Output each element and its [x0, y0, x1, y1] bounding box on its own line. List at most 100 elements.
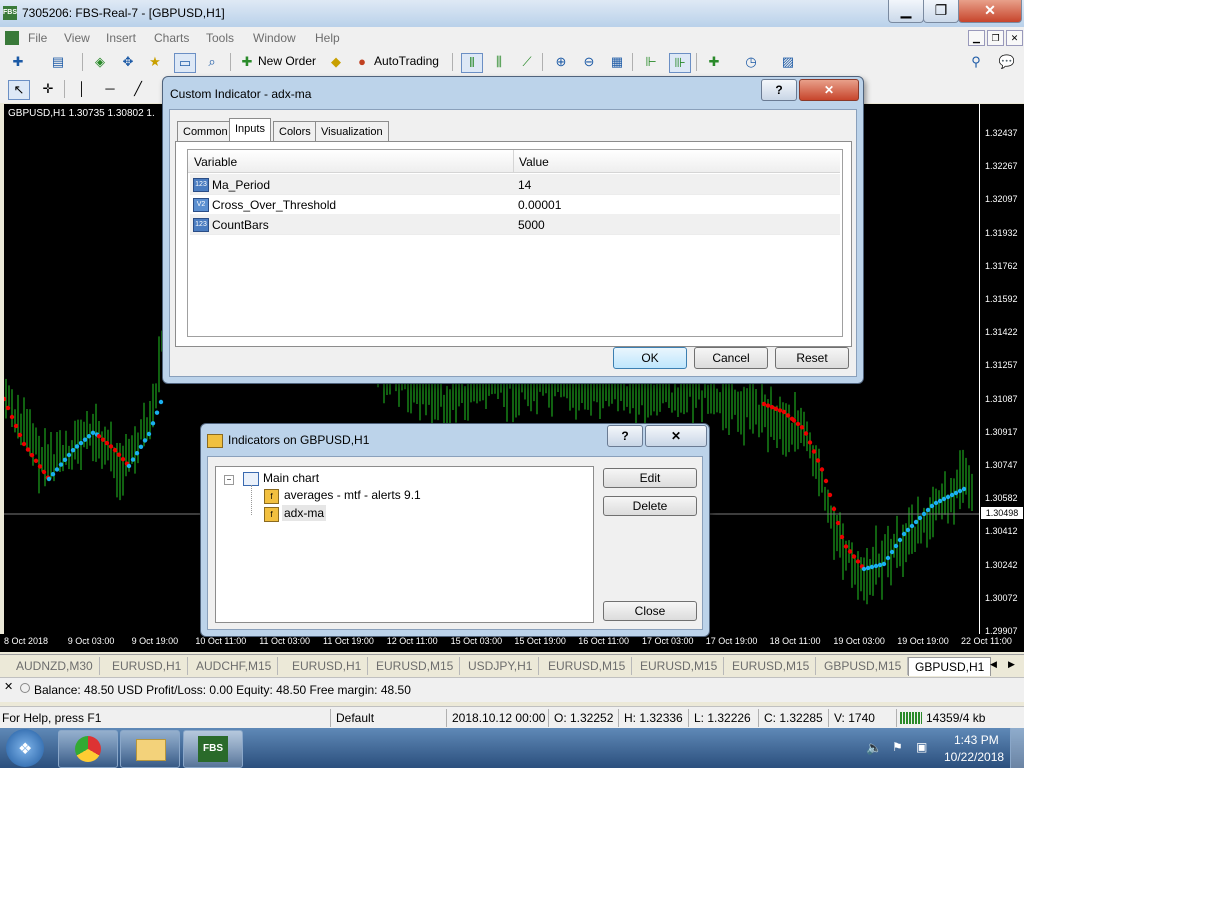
- close-button[interactable]: ✕: [958, 0, 1022, 23]
- indicator-point: [869, 564, 875, 570]
- close-terminal-icon[interactable]: ✕: [4, 680, 13, 693]
- show-desktop-button[interactable]: [1010, 728, 1024, 768]
- new-order-button[interactable]: New Order: [258, 54, 316, 68]
- menu-tools[interactable]: Tools: [206, 31, 234, 45]
- trendline-icon[interactable]: ╱: [128, 80, 148, 98]
- crosshair-icon[interactable]: ✛: [38, 80, 58, 98]
- clock-date[interactable]: 10/22/2018: [944, 750, 1004, 764]
- templates-icon[interactable]: ▨: [778, 53, 798, 71]
- tab-visualization[interactable]: Visualization: [315, 121, 389, 142]
- chart-tab[interactable]: EURUSD,M15: [634, 657, 725, 675]
- menu-window[interactable]: Window: [253, 31, 296, 45]
- chart-shift-icon[interactable]: ⊪: [669, 53, 691, 73]
- navigator-icon[interactable]: ★: [145, 53, 165, 71]
- profiles-icon[interactable]: ▤: [48, 53, 68, 71]
- taskbar-explorer[interactable]: [120, 730, 180, 768]
- taskbar-fbs[interactable]: FBS: [183, 730, 243, 768]
- menu-help[interactable]: Help: [315, 31, 340, 45]
- indicators-list-icon[interactable]: ✚: [704, 53, 724, 71]
- chart-tab[interactable]: EURUSD,H1: [106, 657, 189, 675]
- dialog-close-button[interactable]: ✕: [645, 425, 707, 447]
- help-button[interactable]: ?: [607, 425, 643, 447]
- minimize-button[interactable]: ▁: [888, 0, 924, 23]
- menu-file[interactable]: File: [28, 31, 47, 45]
- dialog-close-button[interactable]: ✕: [799, 79, 859, 101]
- chart-tab[interactable]: EURUSD,M15: [370, 657, 461, 675]
- chart-tab[interactable]: EURUSD,M15: [726, 657, 817, 675]
- indicator-point: [41, 469, 47, 475]
- status-separator: [446, 709, 447, 727]
- candlestick-chart-icon[interactable]: ⫼: [489, 53, 509, 71]
- scroll-right-icon[interactable]: ▶: [1008, 659, 1015, 670]
- chart-tab[interactable]: AUDCHF,M15: [190, 657, 279, 675]
- clock-time[interactable]: 1:43 PM: [954, 733, 999, 747]
- zoom-out-icon[interactable]: ⊖: [579, 53, 599, 71]
- tree-indicator-selected[interactable]: adx-ma: [282, 505, 327, 521]
- collapse-icon[interactable]: −: [224, 475, 234, 485]
- input-row[interactable]: 123 Ma_Period 14: [190, 174, 840, 195]
- autotrading-button[interactable]: AutoTrading: [374, 54, 439, 68]
- vertical-line-icon[interactable]: │: [72, 80, 92, 98]
- strategy-tester-icon[interactable]: ⌕: [202, 53, 222, 71]
- indicator-point: [17, 432, 23, 438]
- mdi-close-button[interactable]: ✕: [1006, 30, 1023, 46]
- input-value[interactable]: 5000: [518, 218, 545, 232]
- chart-tab[interactable]: USDJPY,H1: [462, 657, 540, 675]
- start-button[interactable]: ❖: [6, 729, 44, 767]
- network-icon[interactable]: ▣: [916, 740, 927, 754]
- periods-icon[interactable]: ◷: [741, 53, 761, 71]
- tab-colors[interactable]: Colors: [273, 121, 317, 142]
- zoom-in-icon[interactable]: ⊕: [551, 53, 571, 71]
- tab-common[interactable]: Common: [177, 121, 234, 142]
- input-variable: CountBars: [212, 218, 269, 232]
- bar-chart-icon[interactable]: ⫴: [461, 53, 483, 73]
- action-center-icon[interactable]: ⚑: [892, 740, 903, 754]
- cancel-button[interactable]: Cancel: [694, 347, 768, 369]
- maximize-button[interactable]: ❐: [923, 0, 959, 23]
- cursor-icon[interactable]: ↖: [8, 80, 30, 100]
- close-dialog-button[interactable]: Close: [603, 601, 697, 621]
- indicator-point: [5, 405, 11, 411]
- tab-inputs[interactable]: Inputs: [229, 118, 271, 142]
- chart-tab[interactable]: EURUSD,M15: [542, 657, 633, 675]
- input-row[interactable]: V2 Cross_Over_Threshold 0.00001: [190, 194, 840, 215]
- new-chart-icon[interactable]: ✚: [8, 53, 28, 71]
- input-value[interactable]: 0.00001: [518, 198, 561, 212]
- autotrading-icon[interactable]: ●: [352, 53, 372, 71]
- market-watch-icon[interactable]: ◈: [90, 53, 110, 71]
- terminal-icon[interactable]: ▭: [174, 53, 196, 73]
- chat-icon[interactable]: 💬: [997, 53, 1017, 71]
- data-window-icon[interactable]: ✥: [118, 53, 138, 71]
- scroll-left-icon[interactable]: ◀: [990, 659, 997, 670]
- reset-button[interactable]: Reset: [775, 347, 849, 369]
- chart-tab-active[interactable]: GBPUSD,H1: [908, 657, 992, 676]
- chart-tab[interactable]: EURUSD,H1: [286, 657, 369, 675]
- mdi-restore-button[interactable]: ❐: [987, 30, 1004, 46]
- new-order-icon[interactable]: ✚: [237, 53, 257, 71]
- delete-button[interactable]: Delete: [603, 496, 697, 516]
- status-help: For Help, press F1: [2, 711, 102, 725]
- volume-icon[interactable]: 🔈: [866, 740, 882, 756]
- auto-scroll-icon[interactable]: ⊩: [641, 53, 661, 71]
- indicator-point: [909, 523, 915, 529]
- ok-button[interactable]: OK: [613, 347, 687, 369]
- chart-tab[interactable]: GBPUSD,M15: [818, 657, 909, 675]
- menu-view[interactable]: View: [64, 31, 90, 45]
- mdi-minimize-button[interactable]: ▁: [968, 30, 985, 46]
- metaeditor-icon[interactable]: ◆: [326, 53, 346, 71]
- horizontal-line-icon[interactable]: ─: [100, 80, 120, 98]
- line-chart-icon[interactable]: ⟋: [517, 53, 537, 71]
- input-row[interactable]: 123 CountBars 5000: [190, 214, 840, 235]
- tree-indicator[interactable]: averages - mtf - alerts 9.1: [284, 488, 421, 502]
- input-value[interactable]: 14: [518, 178, 531, 192]
- help-button[interactable]: ?: [761, 79, 797, 101]
- taskbar-chrome[interactable]: [58, 730, 118, 768]
- menu-charts[interactable]: Charts: [154, 31, 189, 45]
- indicator-point: [929, 503, 935, 509]
- chart-tab[interactable]: AUDNZD,M30: [10, 657, 100, 675]
- tile-windows-icon[interactable]: ▦: [607, 53, 627, 71]
- search-icon[interactable]: ⚲: [966, 53, 986, 71]
- edit-button[interactable]: Edit: [603, 468, 697, 488]
- menu-insert[interactable]: Insert: [106, 31, 136, 45]
- tree-main-chart[interactable]: Main chart: [263, 471, 319, 485]
